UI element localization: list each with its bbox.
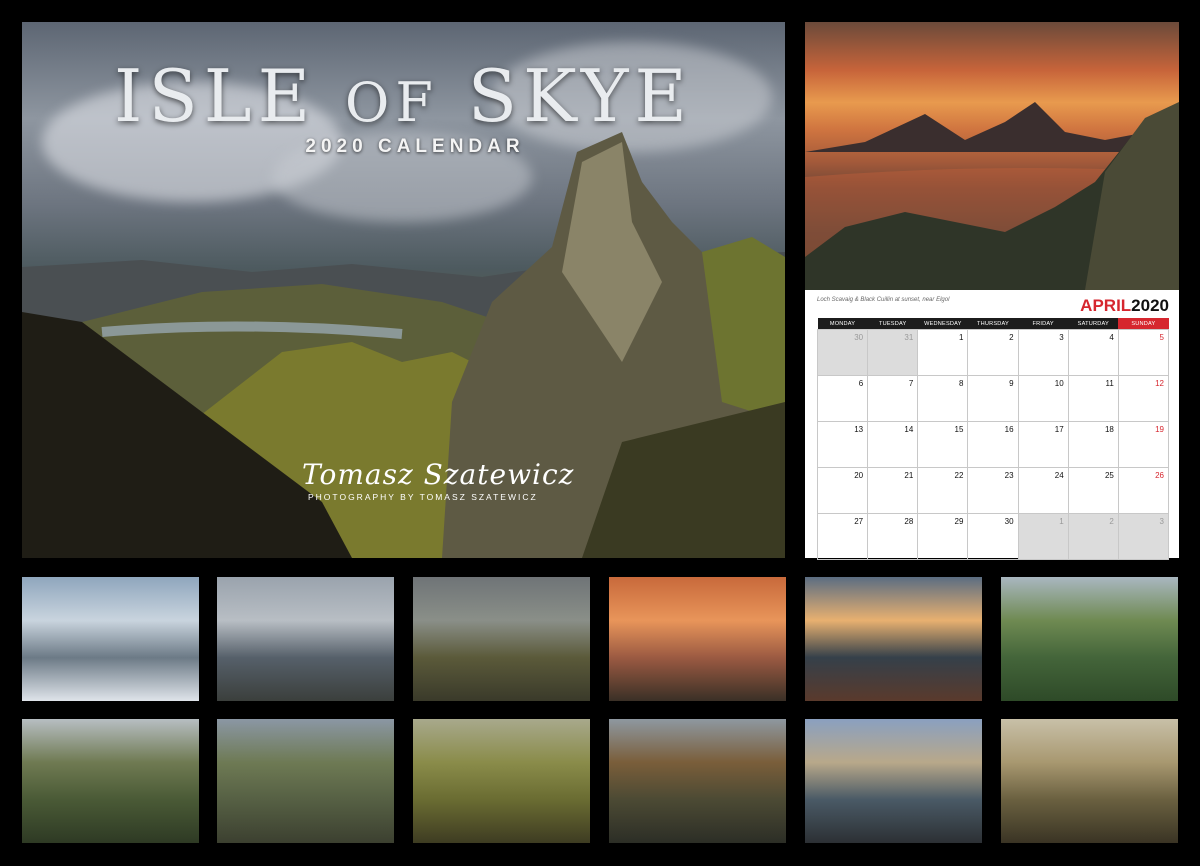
weekday-header: SATURDAY: [1068, 318, 1119, 330]
cover-title-of: OF: [345, 71, 439, 134]
calendar-month-photo: [805, 22, 1179, 290]
cover-title-isle: ISLE: [114, 54, 317, 138]
day-cell: 23: [967, 467, 1019, 514]
day-cell: 4: [1067, 329, 1119, 376]
thumbnail-loch-snowy-peaks: [217, 577, 394, 701]
weekday-header: SUNDAY: [1118, 318, 1169, 330]
weekday-header: WEDNESDAY: [917, 318, 968, 330]
day-cell: 7: [867, 375, 919, 422]
calendar-grid: MONDAY TUESDAY WEDNESDAY THURSDAY FRIDAY SATU…: [816, 318, 1170, 560]
day-cell: 26: [1117, 467, 1170, 514]
month-year: 2020: [1131, 296, 1169, 315]
day-cell: 3: [1117, 513, 1170, 560]
day-cell: 24: [1017, 467, 1069, 514]
day-cell: 21: [867, 467, 919, 514]
thumbnail-neist-point-lighthouse-sunset: [805, 577, 982, 701]
day-cell: 28: [867, 513, 919, 560]
day-cell: 14: [867, 421, 919, 468]
day-cell: 18: [1067, 421, 1119, 468]
thumbnail-fairy-pools-stream: [217, 719, 394, 843]
day-cell: 1: [1017, 513, 1069, 560]
day-cell: 31: [867, 329, 919, 376]
photographer-signature: Tomasz Szatewicz: [302, 458, 575, 491]
day-cell: 27: [816, 513, 869, 560]
day-cell: 2: [1067, 513, 1119, 560]
thumbnail-old-man-of-storr-dawn: [1001, 719, 1178, 843]
day-cell: 29: [917, 513, 969, 560]
day-cell: 1: [917, 329, 969, 376]
day-cell: 3: [1017, 329, 1069, 376]
thumbnail-portree-harbour-tree: [1001, 577, 1178, 701]
thumbnail-waterfall-green-slope: [22, 719, 199, 843]
sunset-illustration: [805, 102, 1179, 290]
day-cell: 9: [967, 375, 1019, 422]
day-cell: 20: [816, 467, 869, 514]
week-row: 6 7 8 9 10 11 12: [816, 375, 1170, 422]
weekday-header: FRIDAY: [1018, 318, 1069, 330]
day-cell: 8: [917, 375, 969, 422]
weekday-header: MONDAY: [817, 318, 868, 330]
month-title: APRIL2020: [1080, 296, 1169, 316]
day-cell: 10: [1017, 375, 1069, 422]
week-row: 27 28 29 30 1 2 3: [816, 513, 1170, 560]
cover-title: ISLE OF SKYE: [22, 54, 785, 138]
day-cell: 2: [967, 329, 1019, 376]
day-cell: 13: [816, 421, 869, 468]
day-cell: 5: [1117, 329, 1170, 376]
weekday-header: TUESDAY: [867, 318, 918, 330]
day-cell: 25: [1067, 467, 1119, 514]
thumbnail-sunset-cuillin-loch: [609, 577, 786, 701]
day-cell: 17: [1017, 421, 1069, 468]
cover-photo: ISLE OF SKYE 2020 CALENDAR Tomasz Szatew…: [22, 22, 785, 558]
week-row: 20 21 22 23 24 25 26: [816, 467, 1170, 514]
month-name: APRIL: [1080, 296, 1132, 315]
day-cell: 15: [917, 421, 969, 468]
day-cell: 22: [917, 467, 969, 514]
weekday-header: THURSDAY: [967, 318, 1019, 330]
thumbnail-snowy-river-mountain: [22, 577, 199, 701]
day-cell: 11: [1067, 375, 1119, 422]
day-cell: 30: [967, 513, 1019, 560]
day-cell: 30: [816, 329, 869, 376]
day-cell: 19: [1117, 421, 1170, 468]
thumbnail-quiraing-green-hills: [413, 719, 590, 843]
week-row: 30 31 1 2 3 4 5: [816, 329, 1170, 376]
photo-caption: Loch Scavaig & Black Cuillin at sunset, …: [817, 297, 950, 303]
cover-title-skye: SKYE: [467, 54, 693, 138]
cover-subtitle: 2020 CALENDAR: [305, 136, 525, 157]
thumbnail-autumn-waterfall-gorge: [609, 719, 786, 843]
day-cell: 16: [967, 421, 1019, 468]
day-cell: 6: [816, 375, 869, 422]
thumbnail-quiraing-rock-towers: [413, 577, 590, 701]
weekday-header-row: MONDAY TUESDAY WEDNESDAY THURSDAY FRIDAY SATU…: [817, 318, 1169, 330]
day-cell: 12: [1117, 375, 1170, 422]
calendar-page: Loch Scavaig & Black Cuillin at sunset, …: [805, 22, 1179, 560]
photo-credit: PHOTOGRAPHY BY TOMASZ SZATEWICZ: [308, 492, 538, 502]
week-row: 13 14 15 16 17 18 19: [816, 421, 1170, 468]
thumbnail-sligachan-red-cuillin: [805, 719, 982, 843]
